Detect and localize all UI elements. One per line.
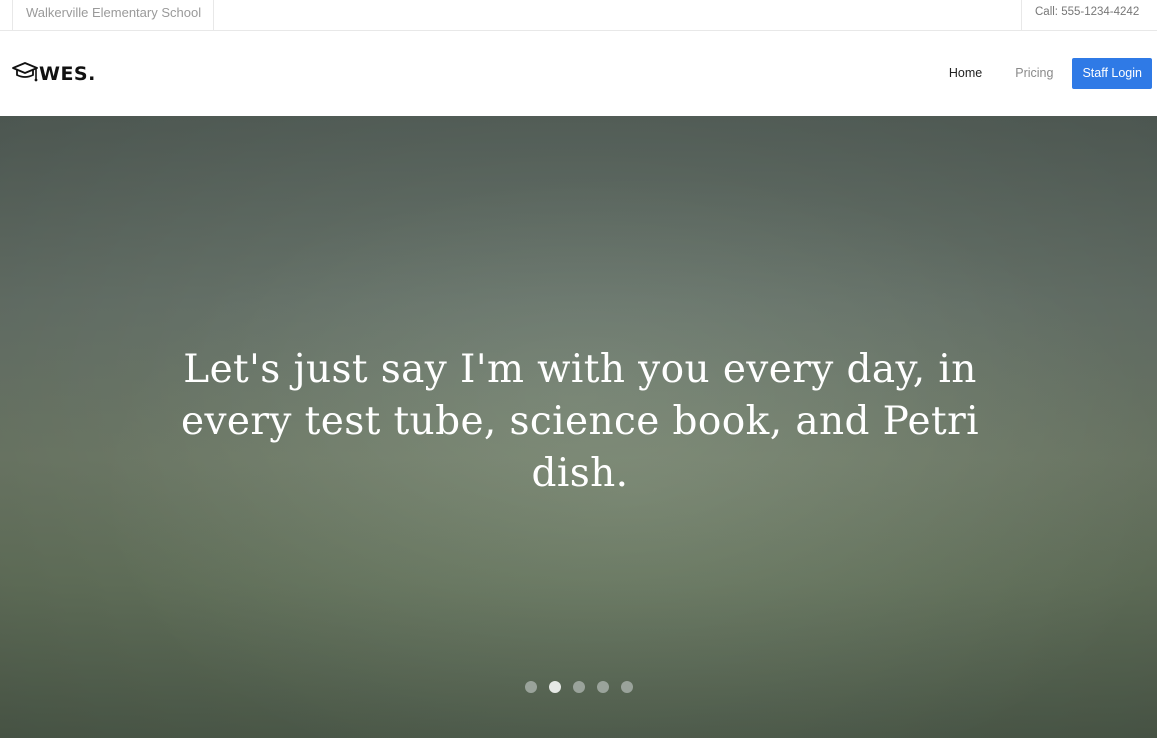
- hero-slider: Let's just say I'm with you every day, i…: [0, 116, 1157, 738]
- nav-pricing[interactable]: Pricing: [1006, 58, 1062, 89]
- main-navbar: WES. Home Pricing Staff Login: [0, 31, 1157, 116]
- slider-dot-1[interactable]: [524, 681, 537, 693]
- slider-dot-2[interactable]: [548, 681, 561, 693]
- school-name: Walkerville Elementary School: [12, 0, 215, 31]
- slider-dot-5[interactable]: [620, 681, 633, 693]
- slider-pagination: [0, 681, 1157, 693]
- logo-text: WES.: [39, 63, 96, 85]
- site-logo[interactable]: WES.: [12, 61, 96, 87]
- graduation-cap-icon: [12, 62, 38, 86]
- staff-login-button[interactable]: Staff Login: [1072, 58, 1152, 89]
- main-nav: Home Pricing Staff Login: [925, 58, 1152, 89]
- slider-dot-4[interactable]: [596, 681, 609, 693]
- phone-number[interactable]: Call: 555-1234-4242: [1021, 0, 1157, 31]
- top-bar: Walkerville Elementary School Call: 555-…: [0, 0, 1157, 31]
- nav-home[interactable]: Home: [940, 58, 991, 89]
- slider-dot-3[interactable]: [572, 681, 585, 693]
- hero-quote: Let's just say I'm with you every day, i…: [180, 347, 980, 496]
